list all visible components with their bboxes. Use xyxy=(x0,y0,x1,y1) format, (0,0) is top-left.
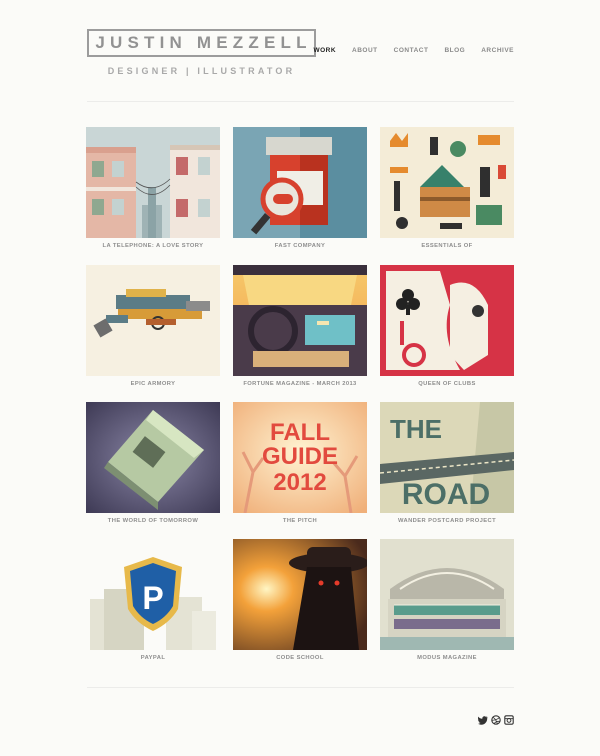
portfolio-caption: THE WORLD OF TOMORROW xyxy=(107,518,199,524)
portfolio-caption: FAST COMPANY xyxy=(274,243,326,249)
social-links xyxy=(475,712,514,725)
wander-art-line1: THE xyxy=(390,414,442,444)
portfolio-caption: WANDER POSTCARD PROJECT xyxy=(397,518,497,524)
portfolio-thumb-epic-armory[interactable] xyxy=(86,265,220,376)
portfolio-item: QUEEN OF CLUBS xyxy=(380,265,514,387)
portfolio-thumb-fast-company[interactable] xyxy=(233,127,367,238)
paypal-art-letter: P xyxy=(142,580,163,616)
portfolio-caption: FORTUNE MAGAZINE - MARCH 2013 xyxy=(243,381,357,387)
pitch-art-line3: 2012 xyxy=(273,469,326,496)
portfolio-thumb-paypal[interactable]: P xyxy=(86,539,220,650)
portfolio-caption: THE PITCH xyxy=(282,518,318,524)
portfolio-item: FALL GUIDE 2012 THE PITCH xyxy=(233,402,367,524)
nav-about[interactable]: ABOUT xyxy=(352,47,378,54)
portfolio-caption: QUEEN OF CLUBS xyxy=(418,381,476,387)
portfolio-thumb-queen-of-clubs[interactable] xyxy=(380,265,514,376)
portfolio-caption: CODE SCHOOL xyxy=(276,655,324,661)
site-logo[interactable]: JUSTIN MEZZELL xyxy=(87,29,316,57)
portfolio-thumb-essentials[interactable] xyxy=(380,127,514,238)
pitch-art-line2: GUIDE xyxy=(262,443,338,470)
nav-work[interactable]: WORK xyxy=(313,47,336,54)
portfolio-thumb-la-telephone[interactable] xyxy=(86,127,220,238)
portfolio-caption: LA TELEPHONE: A LOVE STORY xyxy=(102,243,204,249)
portfolio-caption: PAYPAL xyxy=(140,655,166,661)
site-title: JUSTIN MEZZELL xyxy=(95,33,312,52)
portfolio-item: THE ROAD WANDER POSTCARD PROJECT xyxy=(380,402,514,524)
portfolio-item: P PAYPAL xyxy=(86,539,220,661)
portfolio-item: FORTUNE MAGAZINE - MARCH 2013 xyxy=(233,265,367,387)
portfolio-caption: MODUS MAGAZINE xyxy=(417,655,477,661)
dribbble-icon[interactable] xyxy=(491,712,501,725)
portfolio-thumb-modus[interactable] xyxy=(380,539,514,650)
portfolio-item: CODE SCHOOL xyxy=(233,539,367,661)
portfolio-item: MODUS MAGAZINE xyxy=(380,539,514,661)
site-tagline: DESIGNER | ILLUSTRATOR xyxy=(107,66,296,76)
footer-divider xyxy=(87,687,514,688)
portfolio-thumb-fortune[interactable] xyxy=(233,265,367,376)
portfolio-caption: ESSENTIALS OF xyxy=(421,243,473,249)
twitter-icon[interactable] xyxy=(477,712,488,725)
portfolio-caption: EPIC ARMORY xyxy=(130,381,176,387)
portfolio-item: LA TELEPHONE: A LOVE STORY xyxy=(86,127,220,249)
portfolio-item: EPIC ARMORY xyxy=(86,265,220,387)
portfolio-thumb-world-of-tomorrow[interactable] xyxy=(86,402,220,513)
main-nav: WORK ABOUT CONTACT BLOG ARCHIVE xyxy=(297,47,514,54)
pitch-art-line1: FALL xyxy=(270,419,330,446)
portfolio-thumb-the-pitch[interactable]: FALL GUIDE 2012 xyxy=(233,402,367,513)
portfolio-item: ESSENTIALS OF xyxy=(380,127,514,249)
nav-contact[interactable]: CONTACT xyxy=(394,47,429,54)
wander-art-line2: ROAD xyxy=(402,478,490,511)
portfolio-thumb-code-school[interactable] xyxy=(233,539,367,650)
portfolio-item: FAST COMPANY xyxy=(233,127,367,249)
nav-archive[interactable]: ARCHIVE xyxy=(481,47,514,54)
portfolio-item: THE WORLD OF TOMORROW xyxy=(86,402,220,524)
header-divider xyxy=(87,101,514,102)
instagram-icon[interactable] xyxy=(504,712,514,725)
nav-blog[interactable]: BLOG xyxy=(444,47,465,54)
portfolio-thumb-wander[interactable]: THE ROAD xyxy=(380,402,514,513)
